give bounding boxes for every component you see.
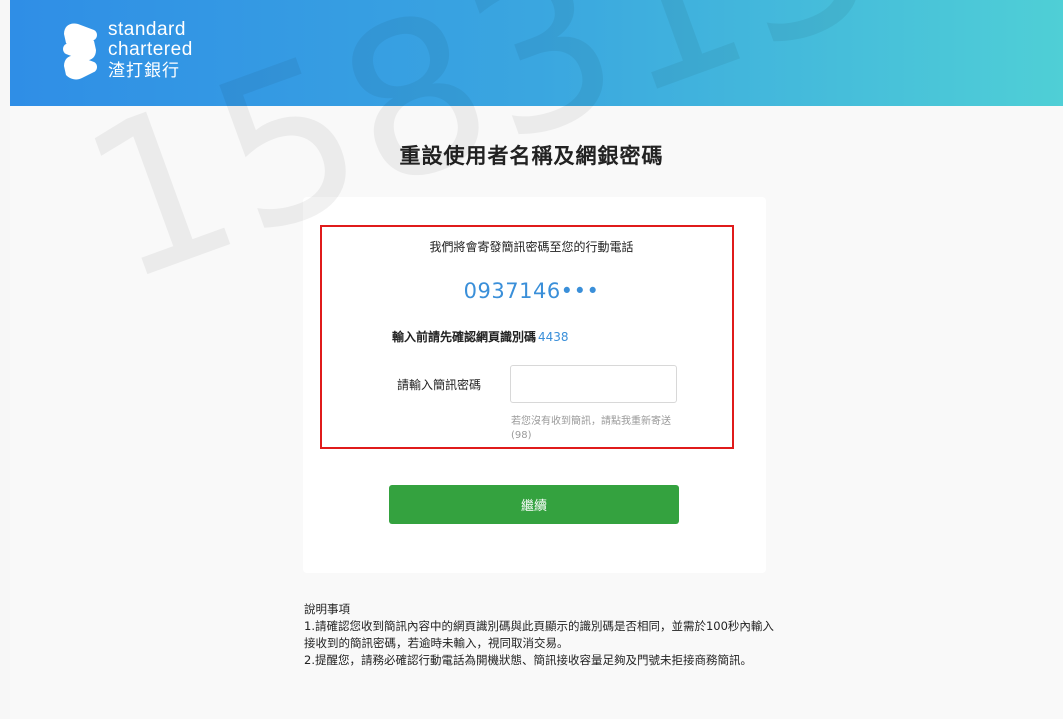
brand-logo[interactable]: standard chartered 渣打銀行 bbox=[60, 20, 193, 80]
sms-send-notice: 我們將會寄發簡訊密碼至您的行動電話 bbox=[429, 240, 634, 254]
notes-heading: 說明事項 bbox=[304, 602, 350, 616]
brand-name-line1: standard bbox=[108, 19, 186, 40]
notes-item-1: 1.請確認您收到簡訊內容中的網頁識別碼與此頁顯示的識別碼是否相同，並需於100秒… bbox=[304, 619, 774, 650]
resend-sms-link[interactable]: 若您沒有收到簡訊，請點我重新寄送 (98) bbox=[511, 415, 681, 443]
page-title: 重設使用者名稱及網銀密碼 bbox=[399, 144, 664, 168]
notes-item-2: 2.提醒您，請務必確認行動電話為開機狀態、簡訊接收容量足夠及門號未拒接商務簡訊。 bbox=[304, 653, 752, 667]
web-verification-row: 輸入前請先確認網頁識別碼 4438 bbox=[392, 328, 569, 345]
notes-section: 說明事項 1.請確認您收到簡訊內容中的網頁識別碼與此頁顯示的識別碼是否相同，並需… bbox=[304, 601, 774, 669]
brand-name-line2: chartered bbox=[108, 39, 193, 60]
otp-input[interactable] bbox=[510, 365, 677, 403]
standard-chartered-logo-icon bbox=[63, 23, 97, 80]
brand-name-chinese: 渣打銀行 bbox=[108, 61, 180, 80]
masked-phone-number: 0937146••• bbox=[463, 279, 600, 303]
continue-button[interactable]: 繼續 bbox=[389, 485, 679, 524]
verification-code: 4438 bbox=[538, 330, 569, 344]
otp-label: 請輸入簡訊密碼 bbox=[397, 378, 482, 392]
verification-label: 輸入前請先確認網頁識別碼 bbox=[392, 330, 537, 344]
top-header: standard chartered 渣打銀行 bbox=[10, 0, 1063, 106]
